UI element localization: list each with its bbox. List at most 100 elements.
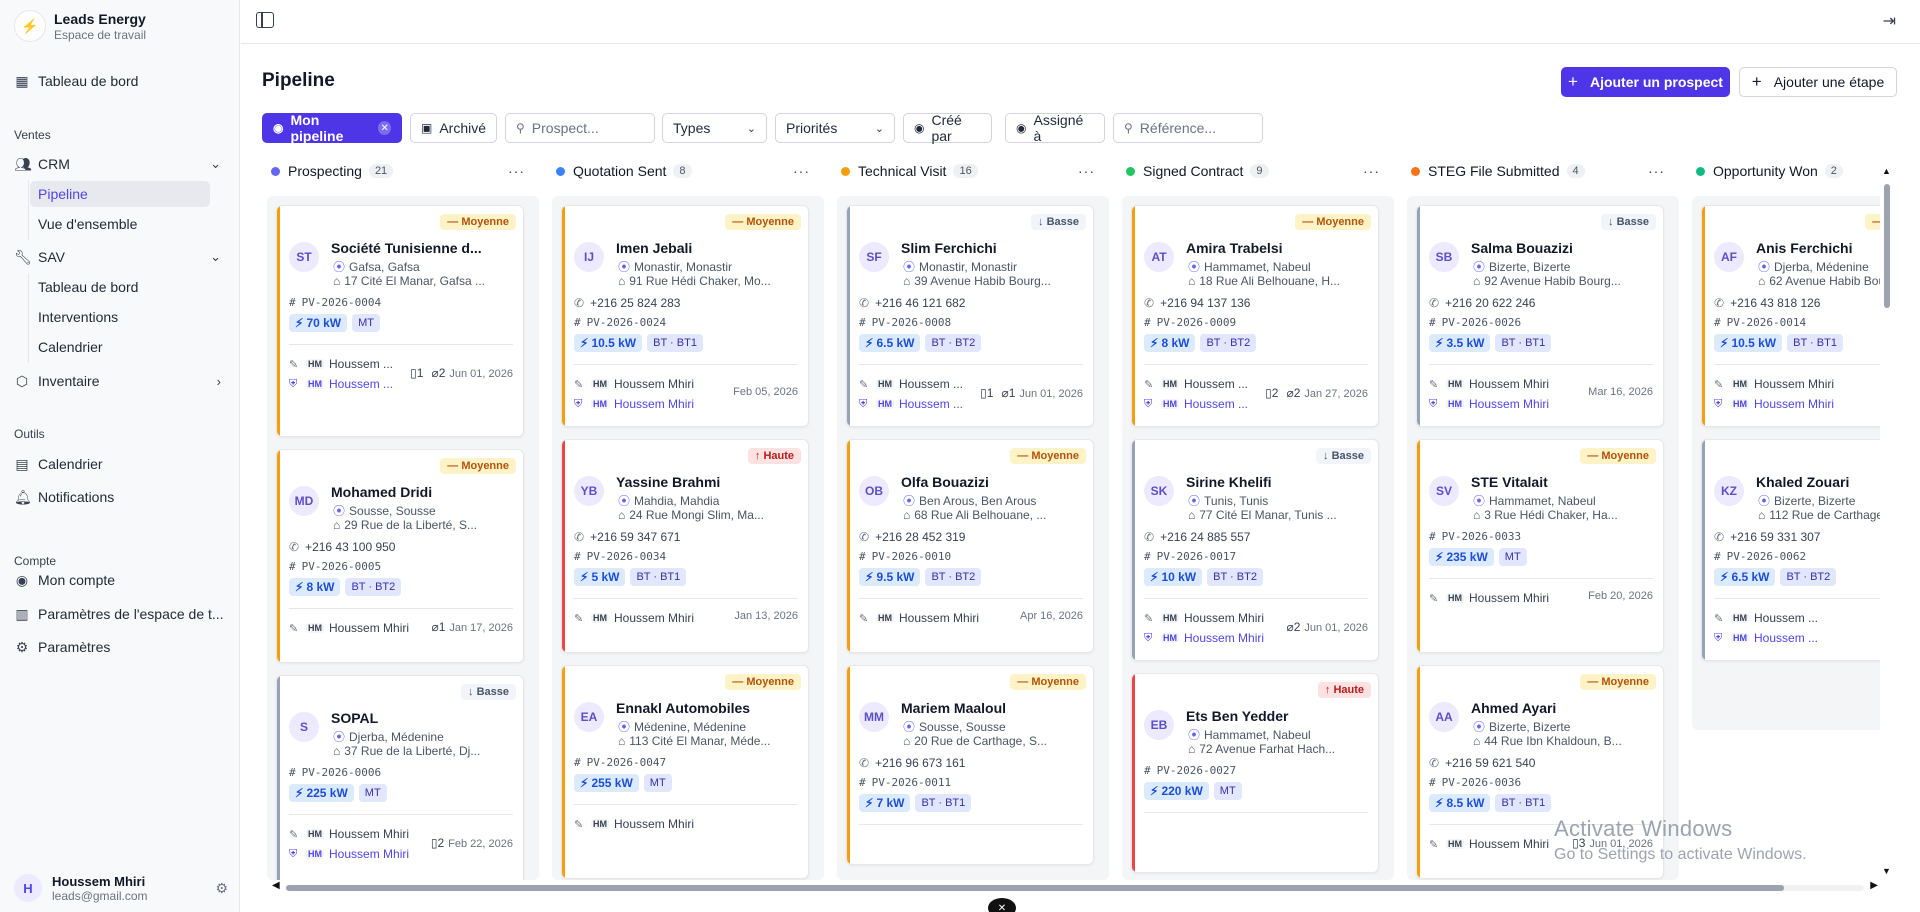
add-stage-button[interactable]: + Ajouter une étape xyxy=(1739,67,1897,97)
archive-icon: ▣ xyxy=(421,121,433,135)
prospect-card[interactable]: — Moyenne SV STE Vitalait ⦿ Hammamet, Nabeul… xyxy=(1416,439,1664,653)
scroll-up-icon[interactable]: ▲ xyxy=(1882,166,1891,176)
workspace-switcher[interactable]: ⚡ Leads Energy Espace de travail xyxy=(14,10,146,42)
scrollbar-thumb[interactable] xyxy=(1884,184,1890,308)
nav-notifications[interactable]: 🔔︎ Notifications xyxy=(14,483,227,511)
bolt-icon: ⚡︎ xyxy=(1720,336,1729,350)
hash-icon: # xyxy=(859,316,866,329)
prospect-name[interactable]: Mohamed Dridi xyxy=(331,484,515,500)
avatar: SB xyxy=(1429,242,1459,272)
reference-text: PV-2026-0008 xyxy=(871,316,952,329)
reference-search-input[interactable]: ⚲ Référence... xyxy=(1113,113,1263,143)
nav-dashboard[interactable]: ▦ Tableau de bord xyxy=(14,67,227,95)
prospect-name[interactable]: Ets Ben Yedder xyxy=(1186,708,1370,724)
nav-my-account[interactable]: ◉ Mon compte xyxy=(14,566,227,594)
filter-priorities[interactable]: Priorités ⌄ xyxy=(775,113,895,143)
prospect-search-input[interactable]: ⚲ Prospect... xyxy=(505,113,655,143)
priority-stripe xyxy=(1417,666,1420,878)
prospect-card[interactable]: — Moyenne AT Amira Trabelsi ⦿ Hammamet, Nabe… xyxy=(1131,205,1379,427)
prospect-card[interactable]: — Moyenne ST Société Tunisienne d... ⦿ Gafsa… xyxy=(276,205,524,437)
prospect-location: ⦿ Hammamet, Nabeul xyxy=(1188,258,1311,275)
prospect-name[interactable]: Amira Trabelsi xyxy=(1186,240,1370,256)
prospect-card[interactable]: — Moyenne AF Anis Ferchichi ⦿Djerba, Médeni… xyxy=(1701,205,1880,427)
prospect-card[interactable]: ↓ Basse SF Slim Ferchichi ⦿ Monastir, Monast… xyxy=(846,205,1094,427)
horizontal-scrollbar[interactable]: ◀ ▶ xyxy=(272,880,1878,893)
prospect-card[interactable]: — Moyenne OB Olfa Bouazizi ⦿ Ben Arous, Ben … xyxy=(846,439,1094,653)
prospect-location: ⦿ Tunis, Tunis xyxy=(1188,492,1268,509)
sidebar-toggle-icon[interactable] xyxy=(256,12,274,28)
bolt-icon: ⚡︎ xyxy=(580,776,589,790)
nav-sav-interventions[interactable]: Interventions xyxy=(30,304,210,330)
attachment-count: 2 xyxy=(1293,386,1301,400)
prospect-name[interactable]: Imen Jebali xyxy=(616,240,800,256)
vertical-scrollbar[interactable]: ▲ ▼ xyxy=(1880,166,1894,876)
prospect-location: ⦿ Gafsa, Gafsa xyxy=(333,258,420,275)
more-icon[interactable]: ··· xyxy=(508,163,525,179)
prospect-card[interactable]: — Moyenne EA Ennakl Automobiles ⦿ Médenine, … xyxy=(561,665,809,879)
prospect-name[interactable]: Société Tunisienne d... xyxy=(331,240,515,256)
nav-sav-calendar[interactable]: Calendrier xyxy=(30,334,210,360)
tariff-badge: BT · BT1 xyxy=(1787,334,1843,352)
prospect-card[interactable]: — Moyenne IJ Imen Jebali ⦿ Monastir, Monasti… xyxy=(561,205,809,427)
prospect-card[interactable]: ↑ Haute YB Yassine Brahmi ⦿ Mahdia, Mahdia ⌂ 2… xyxy=(561,439,809,653)
prospect-name[interactable]: Ahmed Ayari xyxy=(1471,700,1655,716)
scroll-right-icon[interactable]: ▶ xyxy=(1870,880,1878,891)
task-count: 2 xyxy=(1271,386,1279,400)
map-pin-icon: ⦿ xyxy=(1473,494,1486,508)
prospect-name[interactable]: Khaled Zouari xyxy=(1756,474,1880,490)
priority-badge: — Moyenne xyxy=(725,674,801,690)
prospect-name[interactable]: Yassine Brahmi xyxy=(616,474,800,490)
map-pin-icon: ⦿ xyxy=(1188,494,1201,508)
scrollbar-thumb[interactable] xyxy=(286,885,1784,891)
prospect-name[interactable]: Sirine Khelifi xyxy=(1186,474,1370,490)
prospect-name[interactable]: Mariem Maaloul xyxy=(901,700,1085,716)
filter-my-pipeline[interactable]: ◉ Mon pipeline ✕ xyxy=(262,112,402,144)
prospect-name[interactable]: Anis Ferchichi xyxy=(1756,240,1880,256)
more-icon[interactable]: ··· xyxy=(1648,163,1665,179)
prospect-name[interactable]: Ennakl Automobiles xyxy=(616,700,800,716)
nav-workspace-settings[interactable]: ▥ Paramètres de l'espace de t... xyxy=(14,600,227,628)
more-icon[interactable]: ··· xyxy=(1078,163,1095,179)
priority-badge: — Moyenne xyxy=(1010,674,1086,690)
logout-icon[interactable]: ⇥ xyxy=(1883,11,1896,31)
more-icon[interactable]: ··· xyxy=(1363,163,1380,179)
nav-crm-pipeline[interactable]: Pipeline xyxy=(30,181,210,207)
prospect-card[interactable]: ↓ Basse SB Salma Bouazizi ⦿ Bizerte, Bizerte… xyxy=(1416,205,1664,427)
scroll-down-icon[interactable]: ▼ xyxy=(1882,866,1891,876)
filter-my-pipeline-label: Mon pipeline xyxy=(290,112,344,144)
nav-crm-label: CRM xyxy=(38,156,70,172)
prospect-name[interactable]: SOPAL xyxy=(331,710,515,726)
filter-types[interactable]: Types ⌄ xyxy=(662,113,767,143)
filter-created-by[interactable]: ◉ Créé par xyxy=(903,112,992,144)
nav-sav[interactable]: 🔧︎ SAV ⌄ xyxy=(14,243,227,271)
filter-assigned-to[interactable]: ◉ Assigné à xyxy=(1005,112,1105,144)
attachment-count: 1 xyxy=(438,620,446,634)
home-icon: ⌂ xyxy=(1758,274,1766,288)
close-icon[interactable]: ✕ xyxy=(378,121,391,135)
avatar: HM xyxy=(1731,613,1749,623)
status-dot xyxy=(1696,166,1705,176)
nav-inventory[interactable]: ⬡ Inventaire › xyxy=(14,367,227,395)
prospect-card[interactable]: ↓ Basse SK Sirine Khelifi ⦿ Tunis, Tunis ⌂ 77 … xyxy=(1131,439,1379,661)
prospect-name[interactable]: STE Vitalait xyxy=(1471,474,1655,490)
prospect-card[interactable]: ↑ Haute EB Ets Ben Yedder ⦿ Hammamet, Nabeul… xyxy=(1131,673,1379,873)
filter-archived[interactable]: ▣ Archivé xyxy=(410,113,497,143)
nav-crm[interactable]: 👥︎ CRM ⌄ xyxy=(14,150,227,178)
gear-icon[interactable]: ⚙ xyxy=(215,880,228,897)
prospect-card[interactable]: — Moyenne MM Mariem Maaloul ⦿ Sousse, Sousse… xyxy=(846,665,1094,865)
prospect-card[interactable]: KZ Khaled Zouari ⦿ Bizerte, Bizerte ⌂ 112 Rue… xyxy=(1701,439,1880,661)
prospect-card[interactable]: — Moyenne MD Mohamed Dridi ⦿ Sousse, Sousse ⌂… xyxy=(276,449,524,663)
add-prospect-button[interactable]: + Ajouter un prospect xyxy=(1561,67,1730,97)
user-menu[interactable]: H Houssem Mhiri leads@gmail.com ⚙ xyxy=(14,868,228,908)
prospect-card[interactable]: ↓ Basse S SOPAL ⦿ Djerba, Médenine ⌂ 37 Rue de… xyxy=(276,675,524,880)
prospect-name[interactable]: Salma Bouazizi xyxy=(1471,240,1655,256)
scroll-left-icon[interactable]: ◀ xyxy=(272,880,280,891)
nav-calendar[interactable]: ▤ Calendrier xyxy=(14,450,227,478)
more-icon[interactable]: ··· xyxy=(793,163,810,179)
prospect-name[interactable]: Olfa Bouazizi xyxy=(901,474,1085,490)
nav-settings[interactable]: ⚙ Paramètres xyxy=(14,633,227,661)
nav-crm-overview[interactable]: Vue d'ensemble xyxy=(30,211,210,237)
prospect-name[interactable]: Slim Ferchichi xyxy=(901,240,1085,256)
close-icon[interactable]: ✕ xyxy=(988,898,1016,912)
nav-sav-dashboard[interactable]: Tableau de bord xyxy=(30,274,210,300)
